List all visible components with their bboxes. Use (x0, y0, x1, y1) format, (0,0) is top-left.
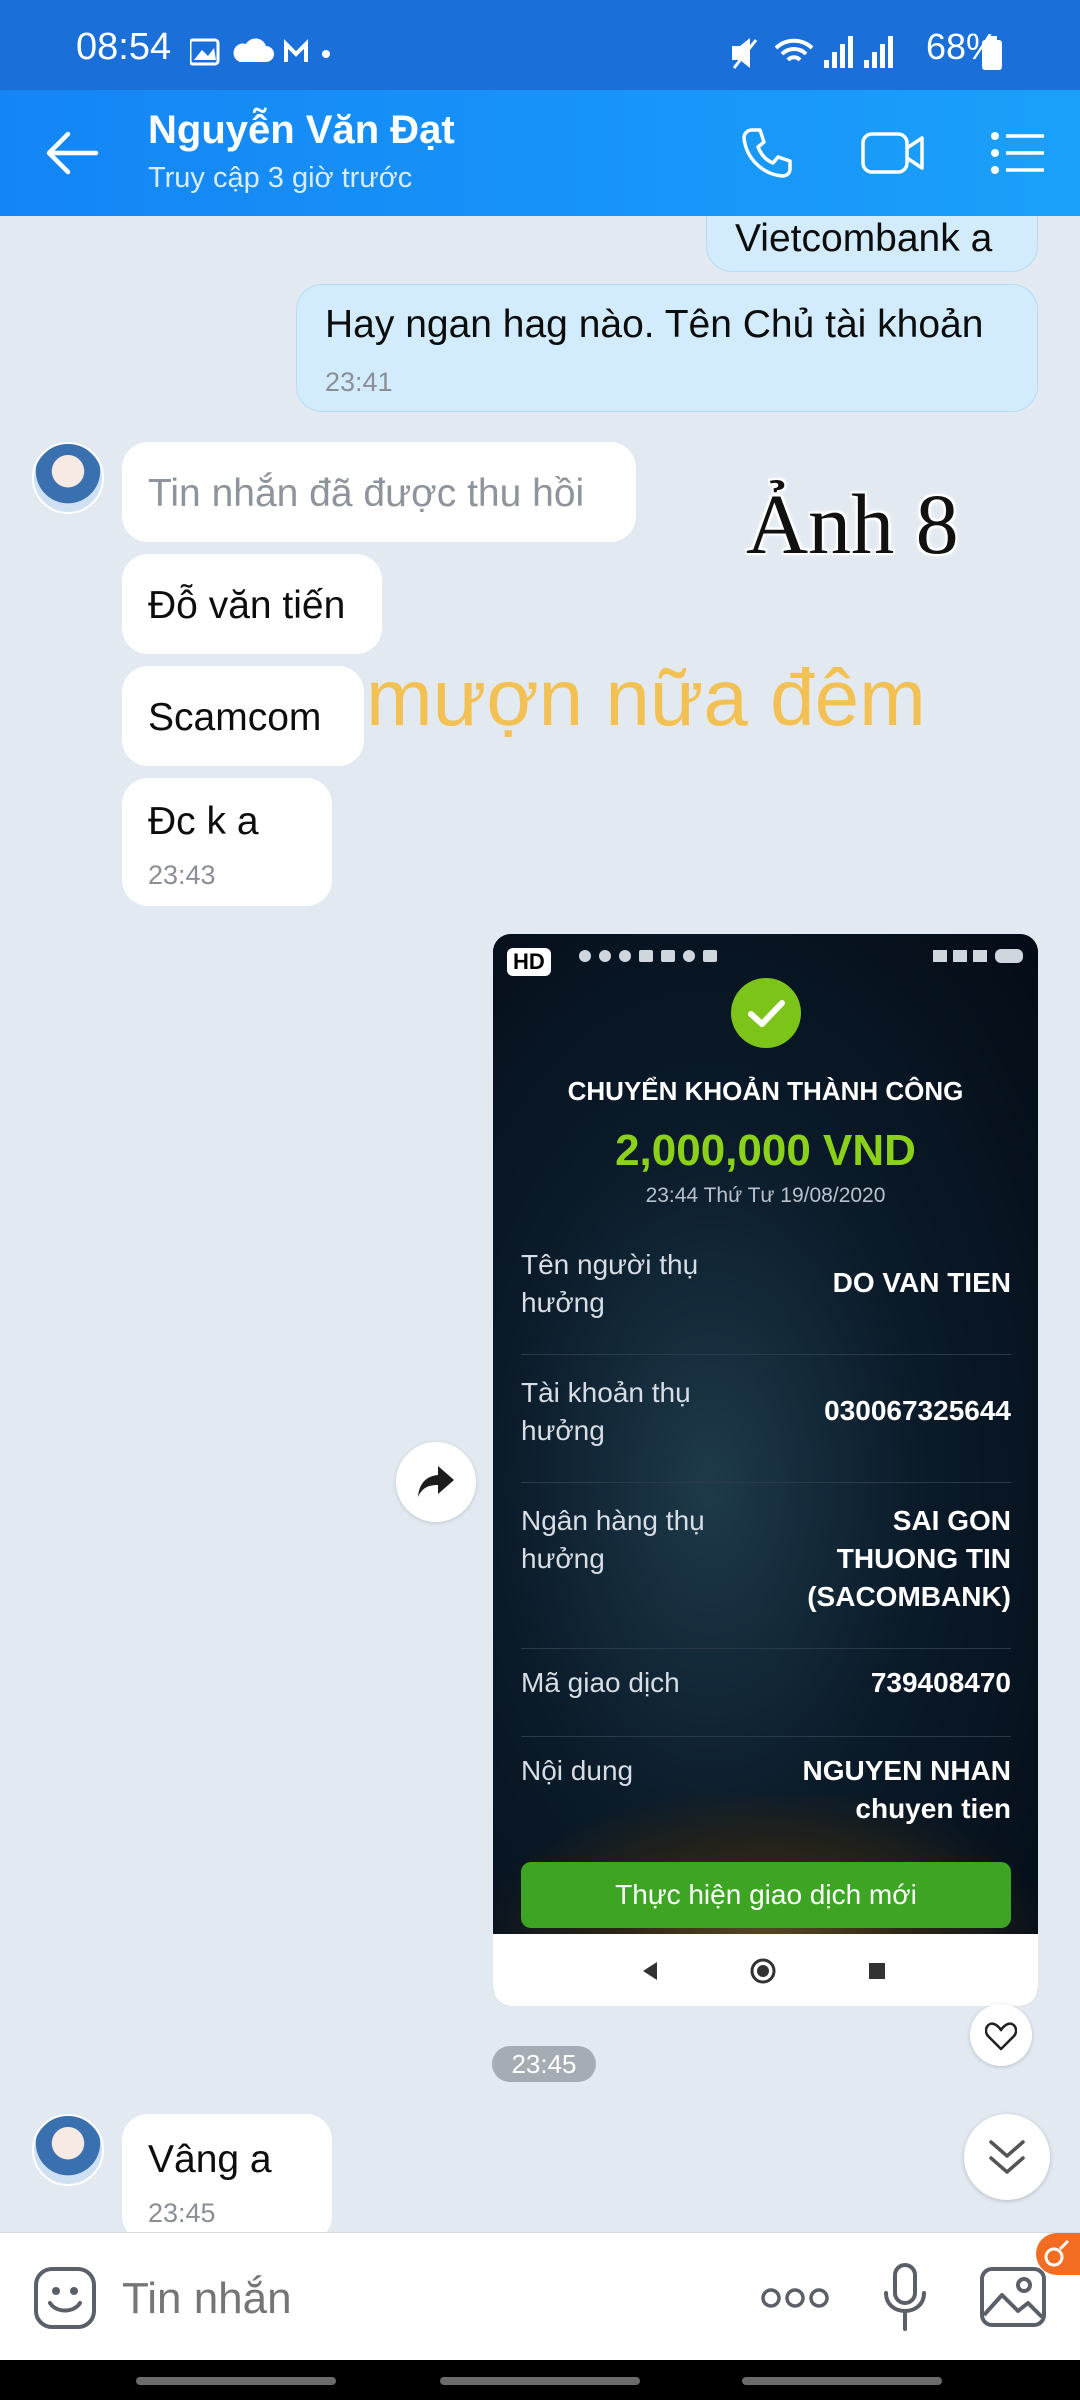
message-list[interactable]: Vietcombank a Hay ngan hag nào. Tên Chủ … (0, 216, 1080, 2232)
outgoing-message-bubble[interactable]: Hay ngan hag nào. Tên Chủ tài khoản 23:4… (296, 284, 1038, 412)
heart-icon (985, 2022, 1017, 2051)
contact-avatar[interactable] (32, 442, 104, 514)
scroll-to-bottom-button[interactable] (964, 2114, 1050, 2200)
share-icon (418, 1466, 454, 1497)
tx-row-value: 030067325644 (824, 1395, 1011, 1426)
transfer-datetime: 23:44 Thứ Tư 19/08/2020 (645, 1184, 886, 1207)
image-label-overlay: Ảnh 8 (746, 476, 959, 572)
screenshot-nav-icons (643, 1958, 885, 1984)
transfer-amount: 2,000,000 VND (615, 1126, 916, 1175)
status-time: 08:54 (76, 26, 172, 68)
contact-name[interactable]: Nguyễn Văn Đạt (148, 108, 455, 153)
system-nav-bar (0, 2360, 1080, 2400)
transaction-screenshot-image[interactable]: HD CHUYỂN KHOẢN THÀNH CÔNG 2,000,000 VND… (493, 934, 1038, 2006)
microphone-icon[interactable] (880, 2261, 930, 2333)
more-dots-icon[interactable] (760, 2283, 830, 2313)
forward-button[interactable] (396, 1442, 476, 1522)
tx-row-label: Tên người thụ hưởng (521, 1249, 699, 1318)
sticker-smiley-icon[interactable] (32, 2265, 98, 2331)
tx-row-label: Tài khoản thụ hưởng (521, 1377, 691, 1446)
react-heart-button[interactable] (970, 2004, 1032, 2066)
tx-row-value: DO VAN TIEN (832, 1267, 1011, 1298)
message-text: Vâng a (148, 2138, 272, 2181)
screenshot-status-icons (579, 949, 1023, 963)
image-time-badge: 23:45 (492, 2046, 596, 2082)
message-text: Scamcom (148, 696, 322, 739)
message-text: Tin nhắn đã được thu hồi (148, 472, 585, 515)
incoming-message-bubble[interactable]: Vâng a 23:45 (122, 2114, 332, 2232)
incoming-message-bubble[interactable]: Scamcom (122, 666, 364, 766)
back-arrow-icon[interactable] (44, 130, 100, 176)
tx-row-beneficiary-bank: Ngân hàng thụ hưởng SAI GON THUONG TIN (… (521, 1502, 1011, 1649)
status-bar: 08:54 68% (0, 0, 1080, 90)
floating-badge-icon[interactable] (1036, 2233, 1080, 2275)
message-time: 23:41 (325, 367, 393, 397)
transfer-success-title: CHUYỂN KHOẢN THÀNH CÔNG (567, 1076, 964, 1106)
list-menu-icon[interactable] (990, 130, 1046, 176)
status-signal-icons (732, 36, 893, 69)
nav-recent-bar[interactable] (136, 2377, 336, 2385)
message-input[interactable] (120, 2263, 644, 2335)
incoming-message-bubble[interactable]: Đc k a 23:43 (122, 778, 332, 906)
tx-row-label: Mã giao dịch (521, 1667, 680, 1698)
tx-row-transaction-id: Mã giao dịch 739408470 (521, 1664, 1011, 1737)
message-text: Đc k a (148, 800, 259, 843)
status-notification-icons (190, 38, 330, 66)
tx-row-beneficiary-account: Tài khoản thụ hưởng 030067325644 (521, 1374, 1011, 1483)
video-call-icon[interactable] (860, 128, 926, 178)
chat-header: Nguyễn Văn Đạt Truy cập 3 giờ trước (0, 90, 1080, 216)
message-text: Hay ngan hag nào. Tên Chủ tài khoản (325, 303, 984, 346)
screenshot-nav-bar (493, 1934, 1038, 2006)
recalled-message-bubble[interactable]: Tin nhắn đã được thu hồi (122, 442, 636, 542)
message-time: 23:45 (148, 2198, 216, 2228)
success-check-icon (731, 978, 801, 1048)
tx-row-value: 739408470 (870, 1667, 1011, 1698)
message-text: Đỗ văn tiến (148, 584, 346, 627)
tx-row-label: Nội dung (521, 1755, 634, 1786)
tx-row-label: Ngân hàng thụ hưởng (521, 1505, 705, 1574)
last-seen-status: Truy cập 3 giờ trước (148, 162, 413, 194)
new-transaction-button: Thực hiện giao dịch mới (521, 1862, 1011, 1928)
hd-badge: HD (507, 948, 551, 976)
message-text: Vietcombank a (735, 217, 993, 260)
tx-row-content: Nội dung NGUYEN NHAN chuyen tien (521, 1752, 1011, 1834)
nav-home-bar[interactable] (440, 2377, 640, 2385)
tx-row-value: SAI GON THUONG TIN (SACOMBANK) (807, 1505, 1011, 1612)
tx-row-value: NGUYEN NHAN chuyen tien (802, 1755, 1011, 1824)
nav-back-bar[interactable] (742, 2377, 942, 2385)
message-input-bar (0, 2232, 1080, 2361)
outgoing-message-bubble[interactable]: Vietcombank a (706, 216, 1038, 272)
incoming-message-bubble[interactable]: Đỗ văn tiến (122, 554, 382, 654)
watermark-text: mượn nữa đêm (366, 653, 926, 742)
message-time: 23:43 (148, 860, 216, 890)
contact-avatar[interactable] (32, 2114, 104, 2186)
double-chevron-down-icon (989, 2140, 1025, 2174)
phone-call-icon[interactable] (740, 126, 794, 180)
battery-icon (982, 36, 1002, 70)
tx-row-beneficiary-name: Tên người thụ hưởng DO VAN TIEN (521, 1246, 1011, 1355)
